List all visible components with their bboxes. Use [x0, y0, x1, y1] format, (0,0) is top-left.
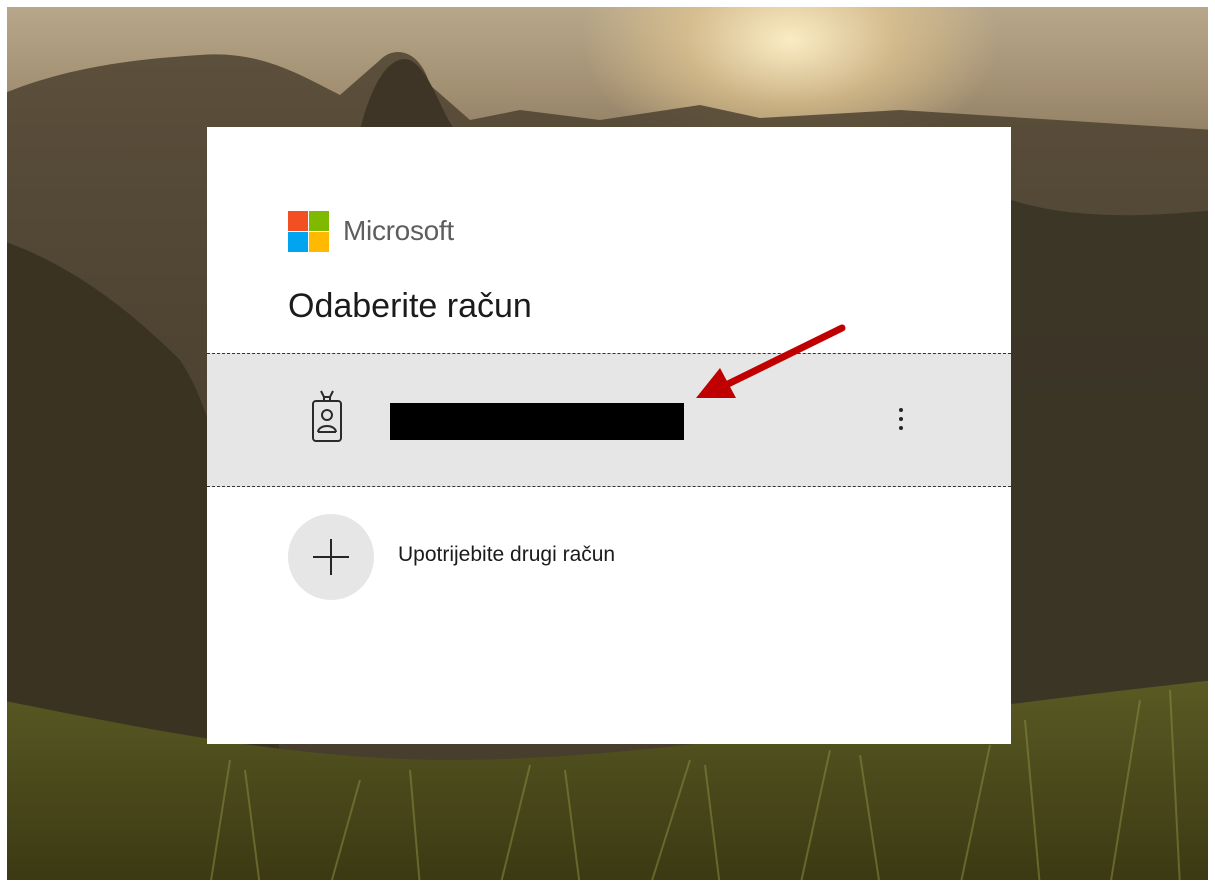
logo-square-blue [288, 231, 308, 252]
plus-icon-circle [288, 514, 374, 600]
use-another-account-button[interactable]: Upotrijebite drugi račun [207, 509, 1011, 600]
plus-icon [313, 539, 349, 575]
more-options-button[interactable] [889, 398, 913, 438]
logo-square-green [309, 210, 329, 231]
account-email-redacted [390, 403, 684, 440]
brand-name: Microsoft [343, 215, 454, 246]
logo-square-red [288, 210, 308, 231]
badge-person-icon [312, 390, 342, 442]
logo-square-yellow [309, 231, 329, 252]
microsoft-logo-icon [288, 210, 329, 252]
more-vertical-icon-dot [899, 417, 903, 421]
more-vertical-icon [899, 408, 903, 412]
dialog-title: Odaberite račun [288, 287, 532, 325]
account-tile[interactable] [207, 353, 1011, 487]
use-another-account-label: Upotrijebite drugi račun [398, 543, 616, 566]
sign-in-page: Microsoft Odaberite račun Upotrijebite d… [0, 0, 1215, 887]
account-picker-dialog: Microsoft Odaberite račun Upotrijebite d… [207, 127, 1011, 744]
brand-header: Microsoft [288, 210, 454, 252]
more-vertical-icon-dot [899, 426, 903, 430]
